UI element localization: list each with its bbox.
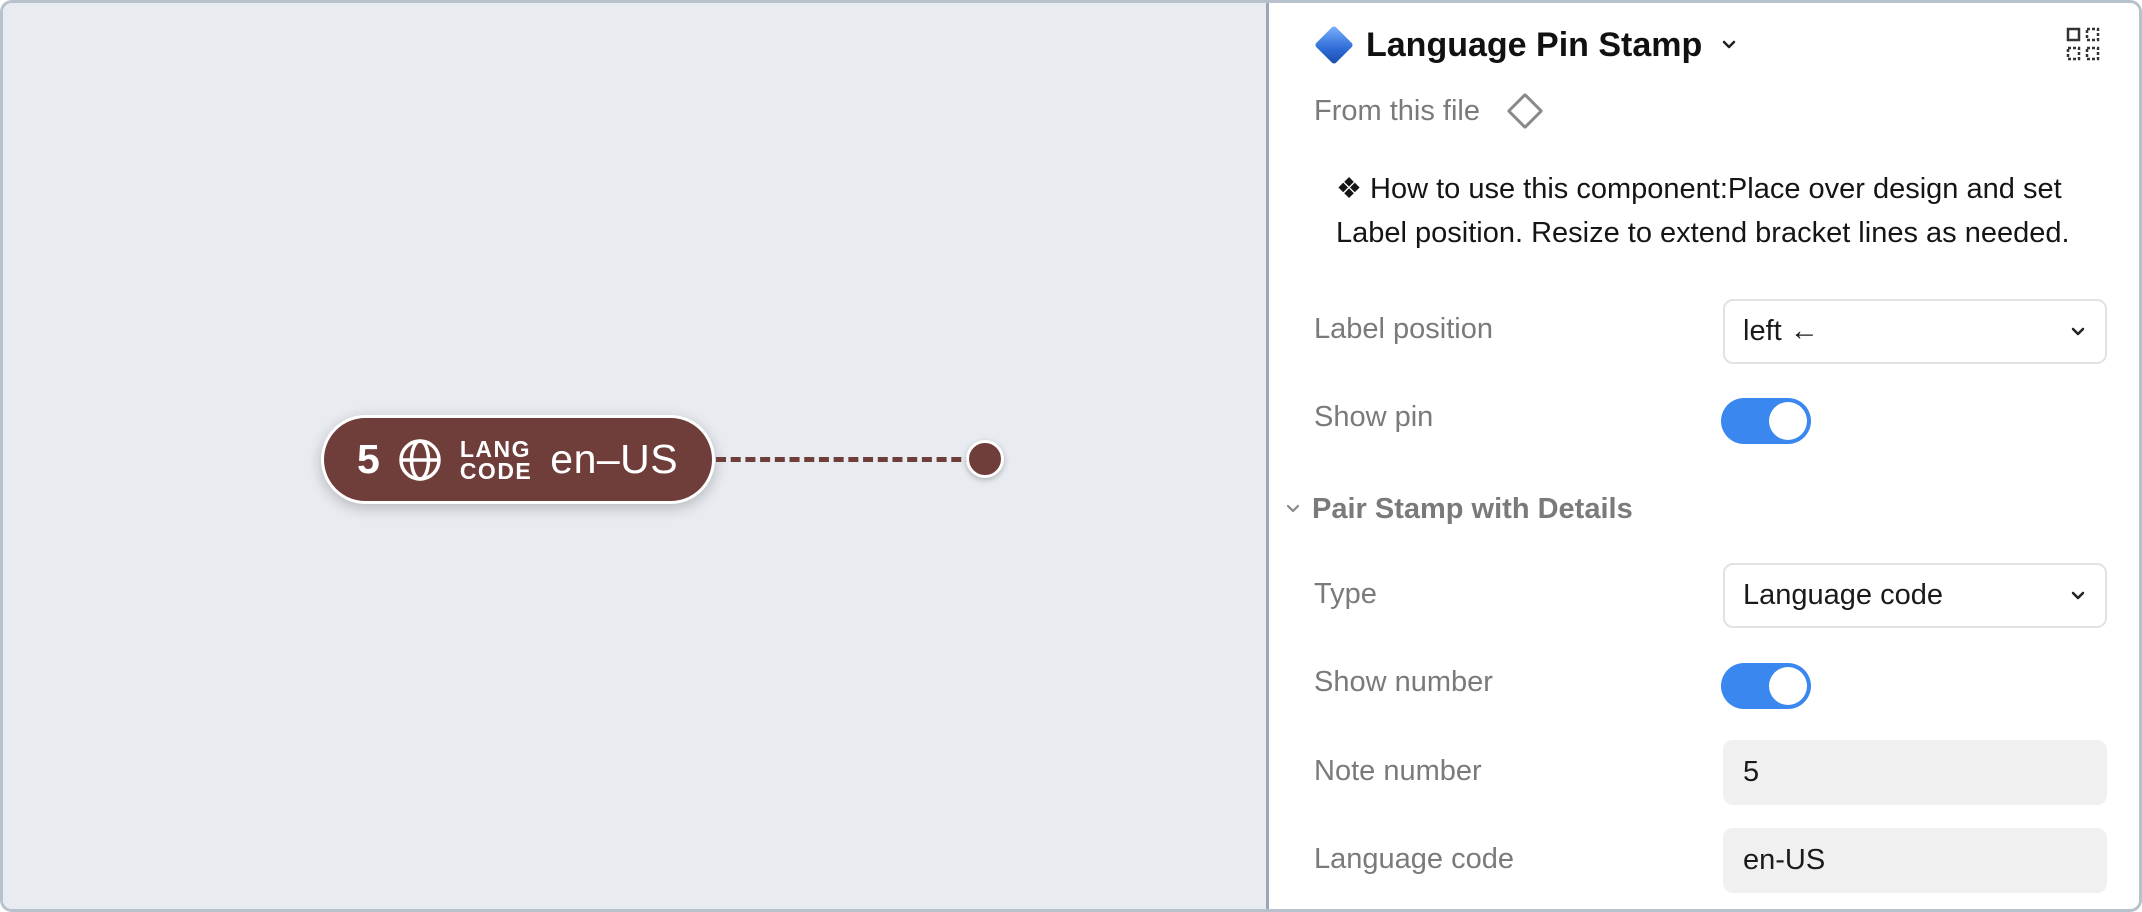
toggle-knob xyxy=(1769,667,1807,705)
component-outline-icon[interactable] xyxy=(1506,92,1544,130)
stamp-language-code: en–US xyxy=(550,436,679,482)
note-number-input[interactable]: 5 xyxy=(1723,740,2107,805)
from-file-label: From this file xyxy=(1314,94,1480,127)
app-frame: 5 LANG CODE en–US Language Pin Stamp Fro… xyxy=(0,0,2142,912)
show-pin-toggle[interactable] xyxy=(1721,398,1811,444)
show-number-label: Show number xyxy=(1314,666,1493,698)
chevron-down-icon xyxy=(2071,327,2085,335)
label-position-select[interactable]: left ← xyxy=(1723,299,2107,364)
lang-tag-line1: LANG xyxy=(459,435,531,462)
type-label: Type xyxy=(1314,578,1377,610)
stamp-number: 5 xyxy=(357,436,380,482)
note-number-value: 5 xyxy=(1743,756,1760,788)
lang-tag-line2: CODE xyxy=(459,457,533,484)
language-pin-stamp[interactable]: 5 LANG CODE en–US xyxy=(321,415,716,504)
note-number-label: Note number xyxy=(1314,755,1482,787)
show-number-toggle[interactable] xyxy=(1721,663,1811,709)
show-pin-label: Show pin xyxy=(1314,401,1434,433)
chevron-down-icon xyxy=(1286,504,1300,513)
language-code-label: Language code xyxy=(1314,843,1514,875)
section-title: Pair Stamp with Details xyxy=(1312,492,1633,525)
label-position-value: left ← xyxy=(1743,315,1819,347)
source-file-row: From this file xyxy=(1314,91,1544,131)
language-code-input[interactable]: en-US xyxy=(1723,828,2107,893)
type-select[interactable]: Language code xyxy=(1723,563,2107,628)
chevron-down-icon[interactable] xyxy=(1720,36,1738,54)
blue-diamond-icon xyxy=(1314,25,1354,65)
properties-panel: Language Pin Stamp From this file ❖ How … xyxy=(1272,3,2139,909)
type-value: Language code xyxy=(1743,579,1943,611)
description-line-1: ❖ How to use this component:Place over d… xyxy=(1336,173,2062,205)
description-line-2: Label position. Resize to extend bracket… xyxy=(1336,217,2070,249)
component-description: ❖ How to use this component:Place over d… xyxy=(1336,167,2139,255)
globe-icon xyxy=(399,438,441,481)
label-position-label: Label position xyxy=(1314,313,1493,345)
pair-stamp-section-header[interactable]: Pair Stamp with Details xyxy=(1284,489,1633,529)
language-code-value: en-US xyxy=(1743,844,1826,876)
component-header[interactable]: Language Pin Stamp xyxy=(1314,21,1738,69)
design-canvas[interactable]: 5 LANG CODE en–US xyxy=(3,3,1269,909)
component-title: Language Pin Stamp xyxy=(1366,25,1703,64)
pin-dashed-line xyxy=(716,457,976,462)
instance-grid-icon[interactable] xyxy=(2065,26,2101,62)
toggle-knob xyxy=(1769,402,1807,440)
lang-code-tag: LANG CODE xyxy=(459,435,533,484)
chevron-down-icon xyxy=(2071,591,2085,599)
pin-dot[interactable] xyxy=(966,440,1004,478)
